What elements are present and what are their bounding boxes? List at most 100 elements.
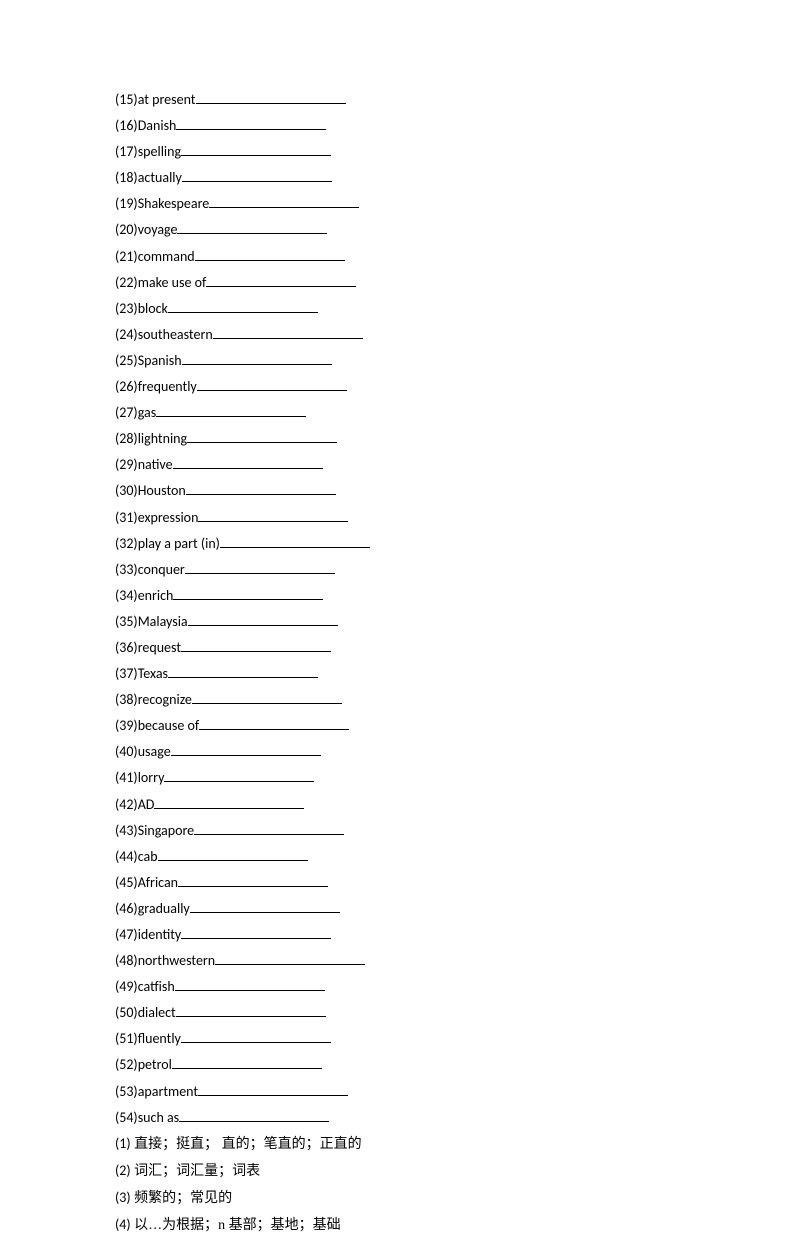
blank-line (213, 325, 363, 339)
blank-line (185, 560, 335, 574)
blank-line (188, 612, 338, 626)
item-number: (48) (115, 952, 138, 969)
vocab-line: (36)request (115, 638, 675, 658)
item-number: (21) (115, 248, 138, 265)
vocab-line: (15)at present (115, 90, 675, 110)
blank-line (171, 743, 321, 757)
item-number: (49) (115, 978, 138, 995)
vocabulary-items: (15)at present(16)Danish(17)spelling(18)… (115, 90, 675, 1127)
vocab-line: (45)African (115, 873, 675, 893)
item-word: apartment (138, 1083, 198, 1100)
vocab-line: (53)apartment (115, 1082, 675, 1102)
blank-line (173, 586, 323, 600)
blank-line (194, 821, 344, 835)
item-word: actually (138, 169, 182, 186)
item-word: command (138, 248, 195, 265)
vocab-line: (20)voyage (115, 220, 675, 240)
worksheet-page: (15)at present(16)Danish(17)spelling(18)… (0, 0, 675, 1236)
item-number: (53) (115, 1083, 138, 1100)
item-word: identity (138, 926, 182, 943)
vocab-line: (50)dialect (115, 1003, 675, 1023)
answer-text: 以…为根据；n 基部；基地；基础 (131, 1218, 341, 1233)
item-number: (38) (115, 691, 138, 708)
item-word: block (138, 300, 168, 317)
item-number: (32) (115, 535, 138, 552)
item-word: make use of (138, 274, 207, 291)
item-word: cab (138, 848, 158, 865)
blank-line (172, 1056, 322, 1070)
item-number: (52) (115, 1056, 138, 1073)
answer-number: (3) (115, 1189, 131, 1206)
blank-line (181, 925, 331, 939)
item-number: (23) (115, 300, 138, 317)
blank-line (199, 717, 349, 731)
item-word: Houston (138, 482, 186, 499)
item-word: Danish (138, 117, 177, 134)
item-number: (28) (115, 430, 138, 447)
blank-line (176, 1004, 326, 1018)
item-word: petrol (138, 1056, 172, 1073)
item-number: (37) (115, 665, 138, 682)
item-number: (16) (115, 117, 138, 134)
vocab-line: (43)Singapore (115, 821, 675, 841)
blank-line (181, 638, 331, 652)
item-word: because of (138, 717, 199, 734)
item-word: fluently (138, 1030, 181, 1047)
item-number: (34) (115, 587, 138, 604)
item-number: (45) (115, 874, 138, 891)
item-word: southeastern (138, 326, 213, 343)
item-word: native (138, 456, 173, 473)
vocab-line: (47)identity (115, 925, 675, 945)
item-number: (30) (115, 482, 138, 499)
item-number: (24) (115, 326, 138, 343)
item-number: (42) (115, 796, 138, 813)
item-number: (47) (115, 926, 138, 943)
vocab-line: (33)conquer (115, 560, 675, 580)
answer-items: (1) 直接；挺直； 直的；笔直的；正直的(2) 词汇；词汇量；词表(3) 频繁… (115, 1134, 675, 1236)
item-number: (36) (115, 639, 138, 656)
item-number: (29) (115, 456, 138, 473)
item-number: (51) (115, 1030, 138, 1047)
item-number: (19) (115, 195, 138, 212)
blank-line (168, 664, 318, 678)
blank-line (164, 769, 314, 783)
blank-line (186, 482, 336, 496)
item-number: (33) (115, 561, 138, 578)
blank-line (181, 143, 331, 157)
item-number: (20) (115, 221, 138, 238)
answer-text: 频繁的；常见的 (131, 1191, 233, 1206)
item-word: expression (138, 509, 199, 526)
blank-line (176, 117, 326, 131)
item-word: conquer (138, 561, 185, 578)
item-number: (26) (115, 378, 138, 395)
vocab-line: (34)enrich (115, 586, 675, 606)
item-word: Spanish (138, 352, 182, 369)
blank-line (198, 1082, 348, 1096)
item-number: (39) (115, 717, 138, 734)
blank-line (182, 169, 332, 183)
blank-line (197, 377, 347, 391)
item-number: (31) (115, 509, 138, 526)
item-word: such as (138, 1109, 179, 1126)
vocab-line: (16)Danish (115, 116, 675, 136)
item-number: (46) (115, 900, 138, 917)
vocab-line: (28)lightning (115, 429, 675, 449)
item-word: African (138, 874, 178, 891)
blank-line (181, 1030, 331, 1044)
vocab-line: (29)native (115, 455, 675, 475)
vocab-line: (51)fluently (115, 1029, 675, 1049)
answer-text: 直接；挺直； 直的；笔直的；正直的 (131, 1137, 362, 1152)
item-word: gas (138, 404, 157, 421)
vocab-line: (52)petrol (115, 1055, 675, 1075)
vocab-line: (42)AD (115, 795, 675, 815)
vocab-line: (26)frequently (115, 377, 675, 397)
item-word: northwestern (138, 952, 215, 969)
answer-line: (4) 以…为根据；n 基部；基地；基础 (115, 1215, 675, 1236)
blank-line (190, 899, 340, 913)
vocab-line: (35)Malaysia (115, 612, 675, 632)
blank-line (220, 534, 370, 548)
vocab-line: (54)such as (115, 1108, 675, 1128)
item-number: (15) (115, 91, 138, 108)
blank-line (179, 1108, 329, 1122)
blank-line (206, 273, 356, 287)
